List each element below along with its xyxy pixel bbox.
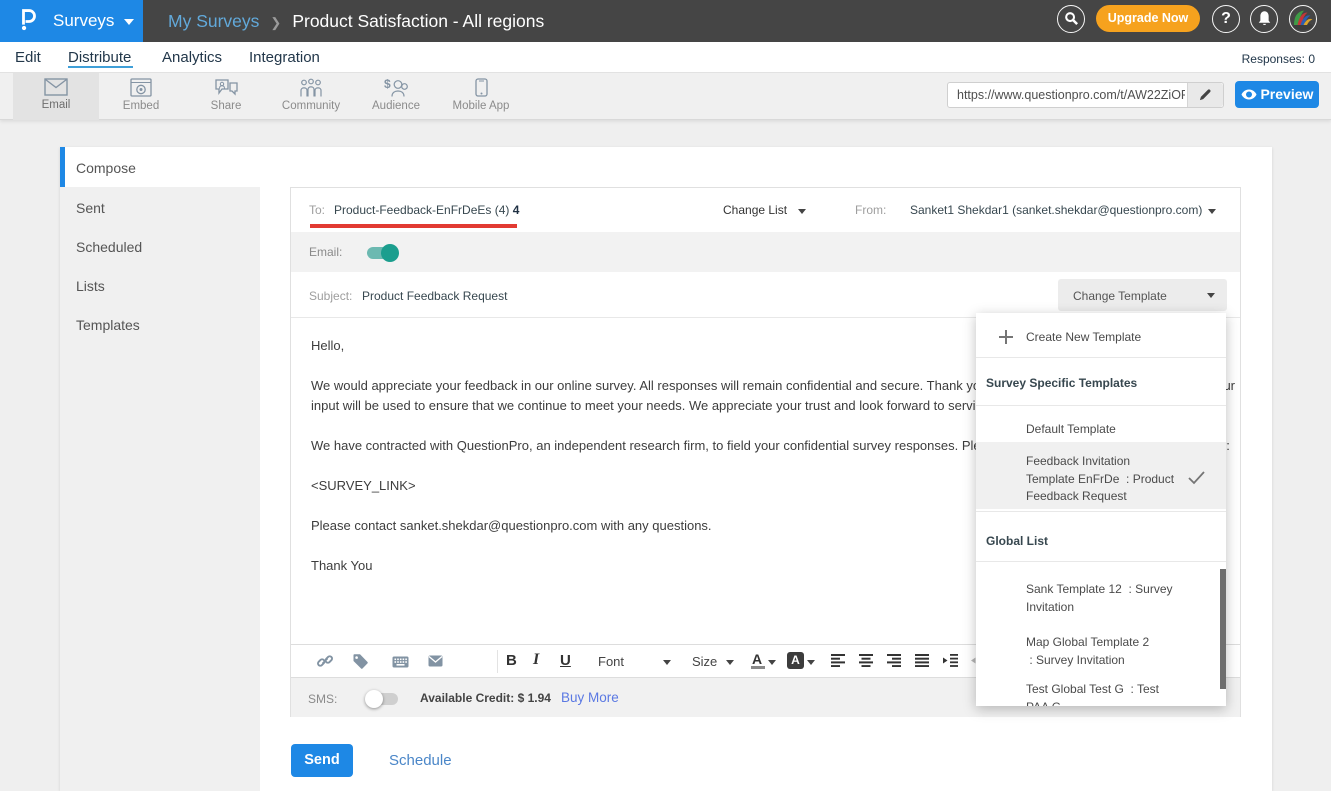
svg-text:$: $ <box>384 78 391 91</box>
